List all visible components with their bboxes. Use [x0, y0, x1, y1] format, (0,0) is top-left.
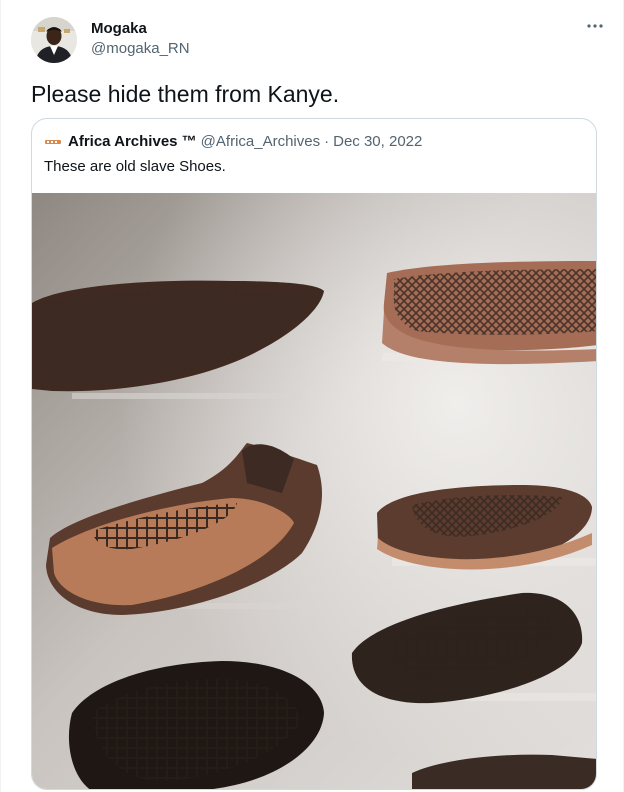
- tweet-text: Please hide them from Kanye.: [31, 81, 340, 107]
- quoted-timestamp[interactable]: Dec 30, 2022: [333, 133, 422, 150]
- quoted-media-photo[interactable]: [32, 193, 596, 789]
- more-horizontal-icon: [587, 24, 603, 28]
- shoes-photo: [32, 193, 596, 789]
- quoted-user-handle[interactable]: @Africa_Archives: [201, 133, 320, 150]
- quoted-avatar-logo: [44, 136, 62, 147]
- user-handle[interactable]: @mogaka_RN: [91, 40, 190, 57]
- display-name[interactable]: Mogaka: [91, 20, 147, 37]
- quoted-display-name[interactable]: Africa Archives ™: [68, 133, 197, 150]
- quoted-tweet-header: Africa Archives ™ @Africa_Archives · Dec…: [44, 133, 422, 150]
- avatar-image: [31, 17, 77, 63]
- tweet-card[interactable]: Mogaka @mogaka_RN Please hide them from …: [0, 0, 624, 792]
- quoted-tweet-text: These are old slave Shoes.: [44, 158, 226, 175]
- separator-dot: ·: [324, 133, 330, 150]
- avatar[interactable]: [31, 17, 77, 63]
- quoted-tweet[interactable]: Africa Archives ™ @Africa_Archives · Dec…: [31, 118, 597, 790]
- more-options-button[interactable]: [583, 16, 607, 36]
